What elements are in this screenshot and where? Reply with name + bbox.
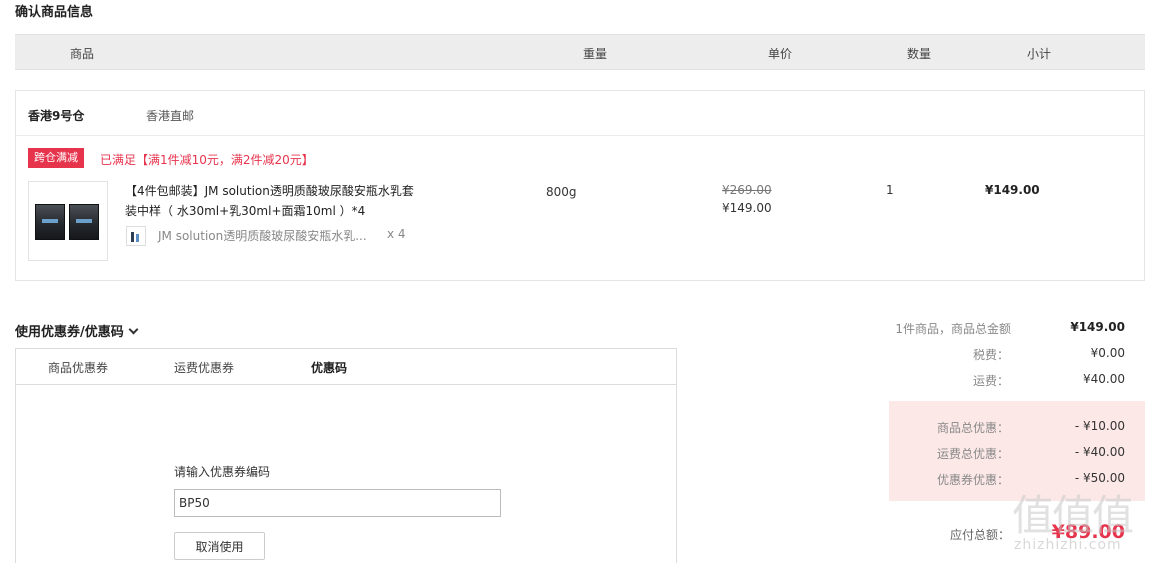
- coupon-code-input[interactable]: [174, 489, 501, 517]
- tab-coupon-code[interactable]: 优惠码: [311, 359, 347, 376]
- shipping-discount-label: 运费总优惠：: [936, 447, 1009, 461]
- product-quantity: 1: [886, 183, 894, 197]
- warehouse-row: 香港9号仓 香港直邮: [16, 91, 1144, 136]
- chevron-down-icon: [128, 324, 139, 335]
- promo-text: 已满足【满1件减10元，满2件减20元】: [100, 153, 314, 167]
- tab-shipping-coupon[interactable]: 运费优惠券: [174, 359, 234, 376]
- sub-product-qty: x 4: [387, 227, 406, 241]
- promo-badge: 跨仓满减: [28, 148, 84, 168]
- shipping-label: 运费：: [972, 374, 1009, 388]
- sub-product-thumbnail: [126, 226, 146, 246]
- coupon-tabs: 商品优惠券 运费优惠券 优惠码: [16, 349, 676, 385]
- coupon-toggle[interactable]: 使用优惠券/优惠码: [15, 321, 139, 340]
- warehouse-name: 香港9号仓: [28, 109, 85, 123]
- shipping-method: 香港直邮: [146, 109, 195, 123]
- order-item-box: 香港9号仓 香港直邮 跨仓满减 已满足【满1件减10元，满2件减20元】 【4件…: [15, 90, 1145, 281]
- header-unit-price: 单价: [768, 47, 793, 61]
- shipping-value: ¥40.00: [1083, 372, 1125, 386]
- tax-value: ¥0.00: [1090, 346, 1125, 360]
- coupon-panel: 商品优惠券 运费优惠券 优惠码 请输入优惠券编码 取消使用: [15, 348, 677, 563]
- header-subtotal: 小计: [1027, 47, 1052, 61]
- product-box-image: [35, 204, 65, 240]
- price-current: ¥149.00: [722, 201, 772, 215]
- watermark-logo: 值值值: [1012, 491, 1134, 540]
- goods-discount-value: - ¥10.00: [1074, 419, 1125, 433]
- shipping-discount-value: - ¥40.00: [1074, 445, 1125, 459]
- header-product: 商品: [70, 47, 95, 61]
- goods-discount-label: 商品总优惠：: [936, 421, 1009, 435]
- goods-total-value: ¥149.00: [1070, 320, 1125, 334]
- header-quantity: 数量: [907, 47, 932, 61]
- product-subtotal: ¥149.00: [985, 183, 1040, 197]
- price-original: ¥269.00: [722, 183, 772, 197]
- coupon-discount-label: 优惠券优惠：: [936, 473, 1009, 487]
- page-title: 确认商品信息: [15, 5, 94, 20]
- header-weight: 重量: [583, 47, 608, 61]
- tab-product-coupon[interactable]: 商品优惠券: [48, 359, 108, 376]
- watermark-text: zhizhizhi.com: [1014, 537, 1122, 553]
- goods-total-label: 1件商品，商品总金额: [895, 322, 1011, 336]
- product-title[interactable]: 【4件包邮装】JM solution透明质酸玻尿酸安瓶水乳套装中样（ 水30ml…: [125, 181, 425, 221]
- total-label: 应付总额：: [950, 528, 1011, 542]
- tax-label: 税费：: [972, 348, 1009, 362]
- product-box-image: [69, 204, 99, 240]
- product-thumbnail[interactable]: [28, 181, 108, 261]
- coupon-code-label: 请输入优惠券编码: [174, 465, 271, 479]
- coupon-heading: 使用优惠券/优惠码: [15, 325, 124, 340]
- cancel-coupon-button[interactable]: 取消使用: [174, 532, 265, 560]
- sub-product-name: JM solution透明质酸玻尿酸安瓶水乳...: [158, 229, 367, 243]
- table-header: 商品 重量 单价 数量 小计: [15, 34, 1145, 70]
- product-weight: 800g: [546, 185, 577, 199]
